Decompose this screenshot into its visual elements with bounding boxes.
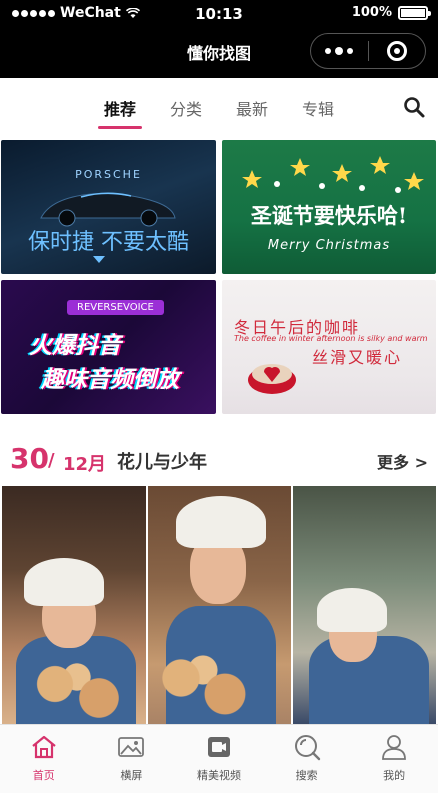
- tabbar-search[interactable]: 搜索: [263, 725, 351, 793]
- album-photo-1[interactable]: [2, 486, 146, 724]
- hat-shape: [24, 558, 104, 606]
- status-bar: WeChat 10:13 100%: [0, 0, 438, 28]
- hat-shape: [317, 588, 387, 632]
- tabbar-landscape[interactable]: 横屏: [88, 725, 176, 793]
- banner-line1: 火爆抖音: [29, 333, 121, 359]
- battery-percent: 100%: [351, 5, 392, 20]
- tabbar-home-label: 首页: [32, 769, 55, 782]
- album-photo-3[interactable]: [293, 486, 436, 724]
- flowers-shape: [148, 646, 258, 724]
- car-image: [40, 192, 176, 227]
- tab-recommend[interactable]: 推荐: [104, 96, 136, 120]
- active-tab-indicator: [98, 126, 142, 129]
- battery-icon: [398, 5, 431, 20]
- triangle-decor: [93, 256, 105, 263]
- close-circle-icon: [386, 41, 407, 61]
- user-icon: [382, 735, 407, 760]
- tabbar-video[interactable]: 精美视频: [175, 725, 263, 793]
- tabbar-profile[interactable]: 我的: [350, 725, 438, 793]
- banner-reverse-voice[interactable]: REVERSEVOICE 火爆抖音 趣味音频倒放: [1, 280, 216, 414]
- coffee-cup-image: [248, 364, 296, 394]
- banner-coffee[interactable]: 冬日午后的咖啡 The coffee in winter afternoon i…: [222, 280, 436, 414]
- tabbar-landscape-label: 横屏: [120, 769, 143, 782]
- tab-category[interactable]: 分类: [170, 96, 202, 120]
- tabbar-video-label: 精美视频: [196, 769, 241, 782]
- album-title: 花儿与少年: [117, 452, 207, 473]
- banner-caption: 保时捷 不要太酷: [28, 230, 189, 255]
- banner-line2: 趣味音频倒放: [41, 367, 179, 393]
- tabbar-profile-label: 我的: [383, 769, 406, 782]
- tabbar-home[interactable]: 首页: [0, 725, 88, 793]
- tab-album[interactable]: 专辑: [302, 96, 334, 120]
- search-icon[interactable]: [402, 95, 426, 119]
- more-menu-icon[interactable]: [311, 47, 368, 55]
- hat-shape: [176, 496, 266, 548]
- top-bar: WeChat 10:13 100% 懂你找图: [0, 0, 438, 78]
- album-photo-2[interactable]: [148, 486, 291, 724]
- banner-tag: REVERSEVOICE: [67, 300, 164, 315]
- tab-latest[interactable]: 最新: [236, 96, 268, 120]
- mini-program-capsule: [310, 33, 426, 69]
- image-icon: [118, 737, 145, 757]
- christmas-decor-image: [242, 156, 424, 193]
- date-month: 12月: [63, 454, 107, 475]
- bottom-tab-bar: 首页 横屏 精美视频 搜索 我的: [0, 724, 438, 793]
- banner-christmas[interactable]: 圣诞节要快乐哈! Merry Christmas: [222, 140, 436, 274]
- banner-porsche[interactable]: PORSCHE 保时捷 不要太酷: [1, 140, 216, 274]
- status-right: 100%: [351, 5, 431, 20]
- banner-line2: 丝滑又暖心: [312, 348, 403, 367]
- banner-caption: 圣诞节要快乐哈!: [250, 203, 408, 228]
- date-day: 30: [10, 442, 49, 475]
- banner-subcaption: Merry Christmas: [267, 238, 391, 253]
- home-icon: [32, 735, 56, 759]
- more-link[interactable]: 更多 >: [377, 449, 428, 473]
- date-slash: /: [48, 450, 55, 471]
- category-tabs: 推荐 分类 最新 专辑: [0, 78, 438, 138]
- close-program-button[interactable]: [369, 41, 426, 61]
- flowers-shape: [22, 656, 132, 724]
- album-section-header: 30 / 12月 花儿与少年 更多 >: [0, 428, 438, 484]
- tabbar-search-label: 搜索: [295, 769, 318, 782]
- video-icon: [207, 737, 230, 757]
- search-icon: [294, 735, 320, 761]
